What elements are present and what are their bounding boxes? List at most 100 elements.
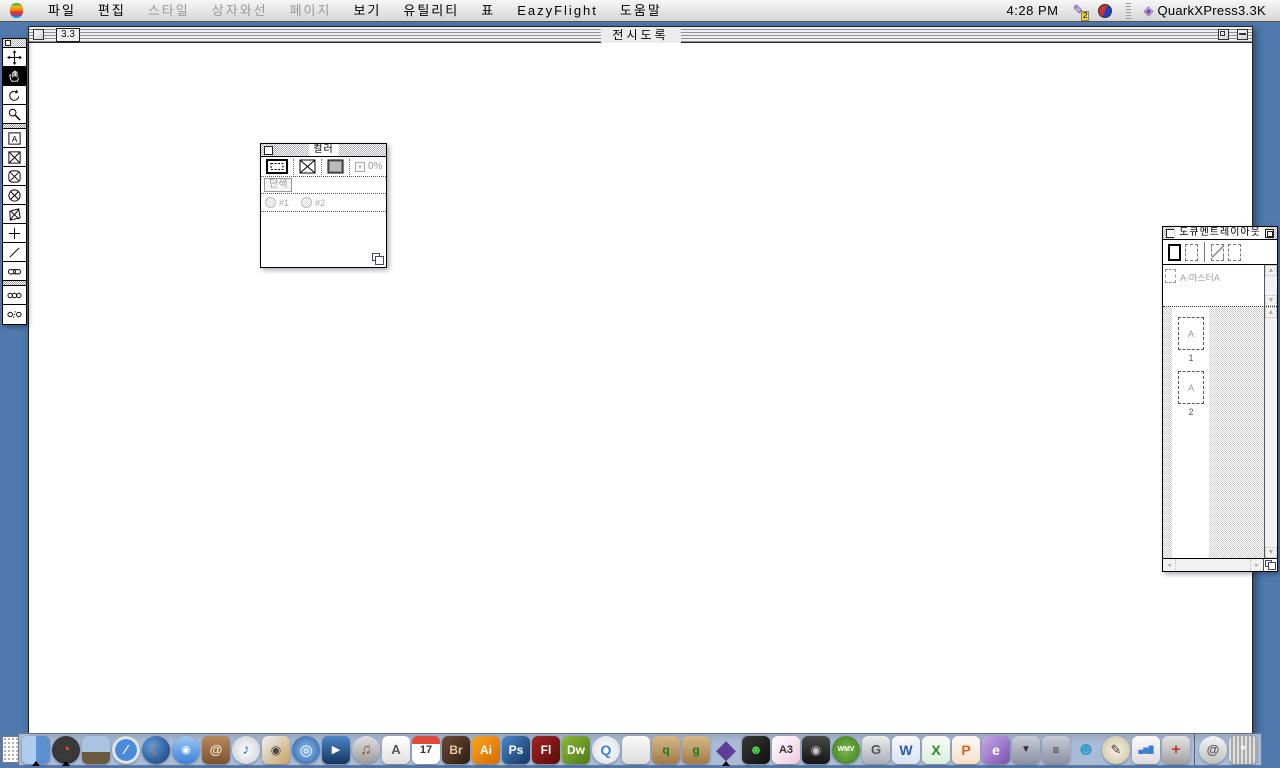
pattern-swatch-icon[interactable] [2,736,19,763]
firefox-icon[interactable]: ☾ [141,734,171,765]
text-box-tool[interactable]: A [3,129,26,148]
msn-messenger-icon[interactable]: ☻ [1071,734,1101,765]
polygon-picture-box-tool[interactable] [3,205,26,224]
adobe-photoshop-icon[interactable]: Ps [501,734,531,765]
menu-table[interactable]: 표 [470,0,506,22]
menu-eazyflight[interactable]: EazyFlight [506,0,609,22]
itunes-icon[interactable]: ♪ [231,734,261,765]
wmv-player-icon[interactable]: WMV [831,734,861,765]
layout-scroll-down-icon[interactable]: ▼ [1265,547,1277,558]
software-box-q-icon[interactable]: q [651,734,681,765]
colors-palette-close-box[interactable] [264,146,273,155]
rectangle-picture-box-tool[interactable] [3,148,26,167]
ms-excel-icon[interactable]: X [921,734,951,765]
adobe-bridge-icon[interactable]: Br [441,734,471,765]
blank-facing-page-icon[interactable] [1185,244,1198,261]
dashboard-icon[interactable]: ◔ [51,734,81,765]
window-zoom-box[interactable] [1218,29,1229,40]
dropstuff-icon[interactable]: ≡ [1041,734,1071,765]
safari-icon[interactable]: ∕ [111,734,141,765]
layout-palette-zoom-box[interactable] [1265,229,1274,238]
blank-single-page-icon[interactable] [1168,244,1181,261]
master-scroll-down-icon[interactable]: ▼ [1265,295,1277,306]
window-collapse-box[interactable] [1237,29,1248,40]
iphoto-icon[interactable]: ◉ [261,734,291,765]
content-tool[interactable] [3,67,26,86]
colors-palette-resize-handle[interactable] [372,253,384,265]
menu-bar-clock[interactable]: 4:28 PM [997,3,1069,18]
finder-icon[interactable] [21,734,51,765]
page-thumbnail-2[interactable]: A [1178,371,1204,404]
orthogonal-line-tool[interactable] [3,224,26,243]
apple-logo-box-icon[interactable] [621,734,651,765]
dvd-player-icon[interactable]: ◎ [291,734,321,765]
linking-tool[interactable] [3,262,26,281]
chart-app-icon[interactable]: ▄▆█ [1131,734,1161,765]
ical-icon[interactable]: 17 [411,734,441,765]
duplicate-master-page-icon[interactable] [1211,244,1224,261]
at-sign-stand-icon[interactable]: @ [1198,734,1228,765]
ms-word-icon[interactable]: W [891,734,921,765]
color-swatch-1[interactable]: #1 [265,197,289,208]
menu-help[interactable]: 도움말 [609,0,673,22]
green-figure-utility-icon[interactable]: ☻ [741,734,771,765]
spray-wrench-utility-icon[interactable]: + [1161,734,1191,765]
unlink-chain-tool[interactable] [3,305,26,324]
address-book-icon[interactable]: @ [201,734,231,765]
background-attribute-icon[interactable] [327,159,344,174]
frame-attribute-icon[interactable] [266,159,288,174]
delete-page-icon[interactable] [1228,244,1241,261]
rotation-tool[interactable] [3,86,26,105]
color-swatch-2[interactable]: #2 [301,197,325,208]
imovie-icon[interactable]: ▶ [321,734,351,765]
document-canvas[interactable] [29,44,1252,733]
layout-scroll-left-icon[interactable]: ◂ [1163,559,1176,571]
layout-scroll-right-icon[interactable]: ▸ [1250,559,1263,571]
adobe-illustrator-icon[interactable]: Ai [471,734,501,765]
menu-file[interactable]: 파일 [37,0,87,22]
layout-palette-resize-handle[interactable] [1263,559,1277,571]
clamp-tool-icon[interactable]: G [861,734,891,765]
quicktime-icon[interactable]: Q [591,734,621,765]
active-app-name[interactable]: QuarkXPress3.3K [1157,3,1280,18]
link-chain-tool[interactable] [3,286,26,305]
master-scroll-up-icon[interactable]: ▲ [1265,265,1277,276]
window-close-box[interactable] [33,29,44,40]
solid-color-button[interactable]: 단색 [264,178,292,192]
photo-viewer-icon[interactable] [81,734,111,765]
textedit-icon[interactable]: A [381,734,411,765]
apple-menu-icon[interactable] [10,3,23,18]
layout-scroll-up-icon[interactable]: ▲ [1265,307,1277,318]
window-title-bar[interactable]: 3.3 전시도록 [29,27,1252,43]
stuffit-expander-icon[interactable]: ▼ [1011,734,1041,765]
menu-view[interactable]: 보기 [342,0,392,22]
toast-burner-icon[interactable]: ◉ [801,734,831,765]
shade-percent-control[interactable]: ▾0% [355,161,382,172]
master-page-item[interactable]: A-마스터A [1163,265,1264,306]
input-method-pencil-icon[interactable]: ✎2 [1068,2,1088,19]
zoom-tool[interactable] [3,105,26,124]
ms-powerpoint-icon[interactable]: P [951,734,981,765]
menu-utilities[interactable]: 유틸리티 [392,0,470,22]
content-attribute-icon[interactable] [299,159,316,174]
ms-entourage-icon[interactable]: e [981,734,1011,765]
item-tool[interactable] [3,48,26,67]
line-tool[interactable] [3,243,26,262]
adobe-dreamweaver-icon[interactable]: Dw [561,734,591,765]
colors-palette-title-bar[interactable]: 컬러 [261,144,386,157]
oval-picture-box-tool[interactable] [3,186,26,205]
appleworks-icon[interactable]: ✎ [1101,734,1131,765]
rounded-rectangle-picture-box-tool[interactable] [3,167,26,186]
garageband-icon[interactable]: ♫ [351,734,381,765]
hangul-input-icon[interactable] [1098,4,1112,18]
a3-script-app-icon[interactable]: A3 [771,734,801,765]
ichat-icon[interactable]: ◉ [171,734,201,765]
menu-edit[interactable]: 편집 [87,0,137,22]
page-thumbnail-1[interactable]: A [1178,317,1204,350]
quarkxpress-dock-icon[interactable]: ◆ [711,734,741,765]
software-box-g-icon[interactable]: g [681,734,711,765]
tool-palette-title-bar[interactable] [3,39,26,48]
adobe-flash-icon[interactable]: Fl [531,734,561,765]
trash-full-icon[interactable]: * [1228,734,1258,765]
layout-palette-title-bar[interactable]: 도큐멘트레이아웃 [1163,227,1277,240]
